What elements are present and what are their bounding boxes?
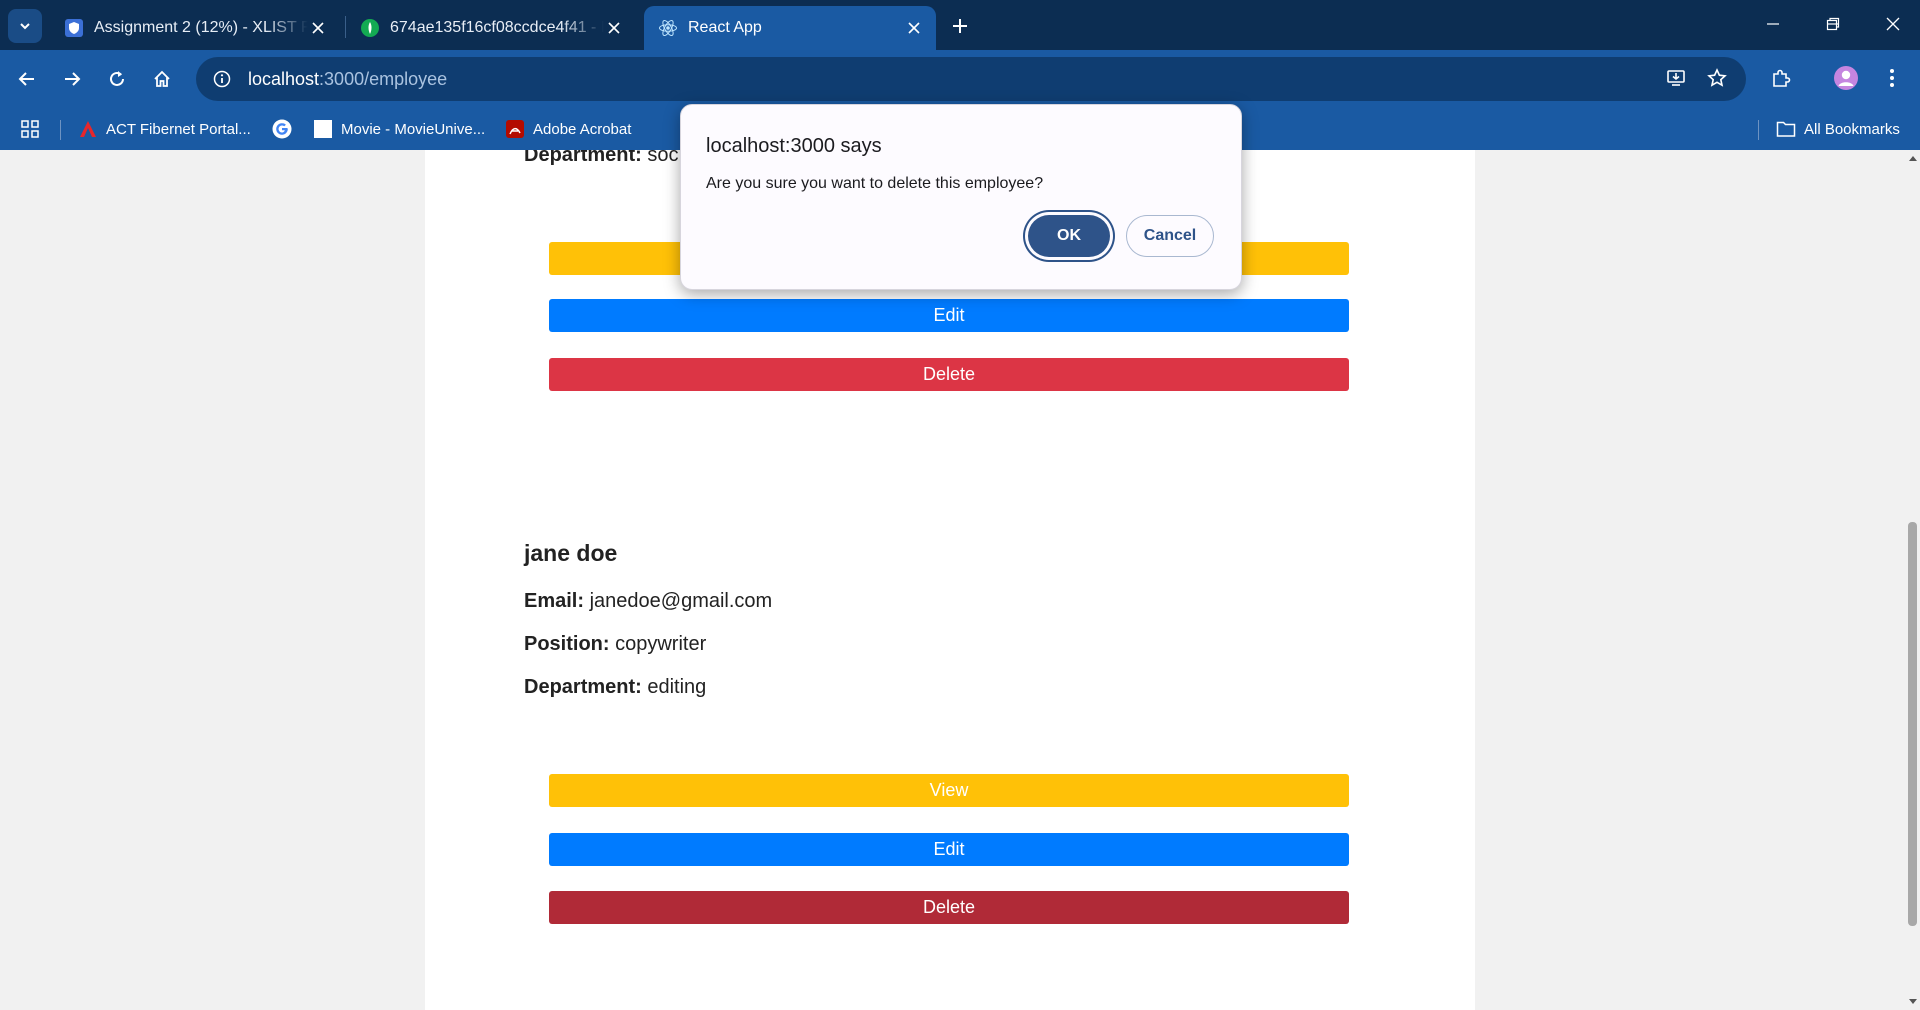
google-icon xyxy=(272,119,292,139)
close-icon[interactable] xyxy=(904,18,924,38)
more-vertical-icon xyxy=(1890,69,1894,87)
install-app-button[interactable] xyxy=(1660,62,1692,94)
employee-department: Department: editing xyxy=(524,676,706,699)
reload-button[interactable] xyxy=(100,62,134,96)
close-icon[interactable] xyxy=(604,18,624,38)
tab-mongodb[interactable]: 674ae135f16cf08ccdce4f41 - M xyxy=(346,6,636,50)
ok-button[interactable]: OK xyxy=(1028,215,1110,257)
url-text: localhost:3000/employee xyxy=(248,69,447,90)
cancel-button[interactable]: Cancel xyxy=(1126,215,1214,257)
home-button[interactable] xyxy=(145,62,179,96)
arrow-right-icon xyxy=(65,72,81,86)
delete-button[interactable]: Delete xyxy=(549,891,1349,924)
browser-toolbar: localhost:3000/employee xyxy=(0,50,1920,108)
all-bookmarks-button[interactable]: All Bookmarks xyxy=(1776,116,1900,142)
scroll-down-arrow-icon[interactable] xyxy=(1909,999,1917,1004)
install-app-icon xyxy=(1667,70,1685,86)
scroll-up-arrow-icon[interactable] xyxy=(1909,156,1917,161)
acrobat-icon xyxy=(505,119,525,139)
address-bar[interactable]: localhost:3000/employee xyxy=(196,57,1746,101)
avatar xyxy=(1834,66,1858,90)
bookmark-movie[interactable]: Movie - MovieUnive... xyxy=(313,116,485,142)
chevron-down-icon xyxy=(20,23,30,30)
view-button[interactable]: View xyxy=(549,774,1349,807)
scroll-thumb[interactable] xyxy=(1908,522,1917,926)
bookmark-google[interactable] xyxy=(272,116,300,142)
department-value: soc xyxy=(647,150,679,166)
puzzle-icon xyxy=(1773,69,1791,87)
grid-icon xyxy=(20,119,40,139)
site-info-icon[interactable] xyxy=(210,67,234,91)
bookmark-adobe-acrobat[interactable]: Adobe Acrobat xyxy=(505,116,631,142)
department-value: editing xyxy=(647,676,707,698)
dialog-message: Are you sure you want to delete this emp… xyxy=(706,175,1044,192)
tab-title: 674ae135f16cf08ccdce4f41 - M xyxy=(390,19,604,36)
act-icon xyxy=(78,119,98,139)
tab-search-button[interactable] xyxy=(8,9,42,43)
bookmark-divider xyxy=(1758,120,1759,140)
tab-title: Assignment 2 (12%) - XLIST Fall xyxy=(94,19,308,36)
star-icon xyxy=(1707,68,1727,87)
tab-strip: Assignment 2 (12%) - XLIST Fall 674ae135… xyxy=(0,0,1920,50)
position-value: copywriter xyxy=(615,633,707,655)
confirm-dialog: localhost:3000 says Are you sure you wan… xyxy=(680,104,1242,290)
tab-react-app[interactable]: React App xyxy=(644,6,936,50)
bookmark-star-button[interactable] xyxy=(1701,62,1733,94)
department-label: Department: xyxy=(524,150,642,166)
arrow-left-icon xyxy=(18,72,34,86)
url-host: localhost xyxy=(248,68,320,89)
close-icon xyxy=(1886,17,1900,31)
dialog-title: localhost:3000 says xyxy=(706,135,882,157)
profile-button[interactable] xyxy=(1830,62,1862,94)
bookmark-label: Adobe Acrobat xyxy=(533,120,632,138)
tab-title: React App xyxy=(688,19,762,36)
new-tab-button[interactable] xyxy=(946,12,974,40)
url-path: :3000/employee xyxy=(319,68,448,89)
bookmark-label: ACT Fibernet Portal... xyxy=(106,120,251,138)
close-window-button[interactable] xyxy=(1866,4,1920,44)
minimize-button[interactable] xyxy=(1746,4,1800,44)
page-scrollbar[interactable] xyxy=(1905,150,1920,1010)
react-icon xyxy=(658,18,678,38)
close-icon[interactable] xyxy=(308,18,328,38)
reload-icon xyxy=(110,71,124,86)
department-label: Department: xyxy=(524,676,642,698)
extensions-button[interactable] xyxy=(1765,62,1797,94)
forward-button[interactable] xyxy=(55,62,89,96)
bookmark-divider xyxy=(60,120,61,140)
employee-email: Email: janedoe@gmail.com xyxy=(524,590,772,613)
edit-button[interactable]: Edit xyxy=(549,299,1349,332)
home-icon xyxy=(154,70,170,87)
bookmark-act-fibernet[interactable]: ACT Fibernet Portal... xyxy=(78,116,251,142)
minimize-icon xyxy=(1767,23,1779,25)
employee-position: Position: copywriter xyxy=(524,633,706,656)
plus-icon xyxy=(953,19,967,33)
restore-button[interactable] xyxy=(1806,4,1860,44)
bookmark-label: Movie - MovieUnive... xyxy=(341,120,486,138)
folder-icon xyxy=(1776,119,1796,139)
email-label: Email: xyxy=(524,590,585,612)
tab-assignment[interactable]: Assignment 2 (12%) - XLIST Fall xyxy=(50,6,340,50)
blank-page-icon xyxy=(313,119,333,139)
menu-button[interactable] xyxy=(1876,62,1908,94)
shield-icon xyxy=(64,18,84,38)
delete-button[interactable]: Delete xyxy=(549,358,1349,391)
email-value: janedoe@gmail.com xyxy=(589,590,773,612)
position-label: Position: xyxy=(524,633,610,655)
apps-button[interactable] xyxy=(20,116,48,142)
restore-icon xyxy=(1826,17,1840,31)
employee-department: Department: soc xyxy=(524,150,678,167)
edit-button[interactable]: Edit xyxy=(549,833,1349,866)
back-button[interactable] xyxy=(10,62,44,96)
all-bookmarks-label: All Bookmarks xyxy=(1804,120,1900,138)
mongodb-leaf-icon xyxy=(360,18,380,38)
employee-name: jane doe xyxy=(524,540,618,566)
